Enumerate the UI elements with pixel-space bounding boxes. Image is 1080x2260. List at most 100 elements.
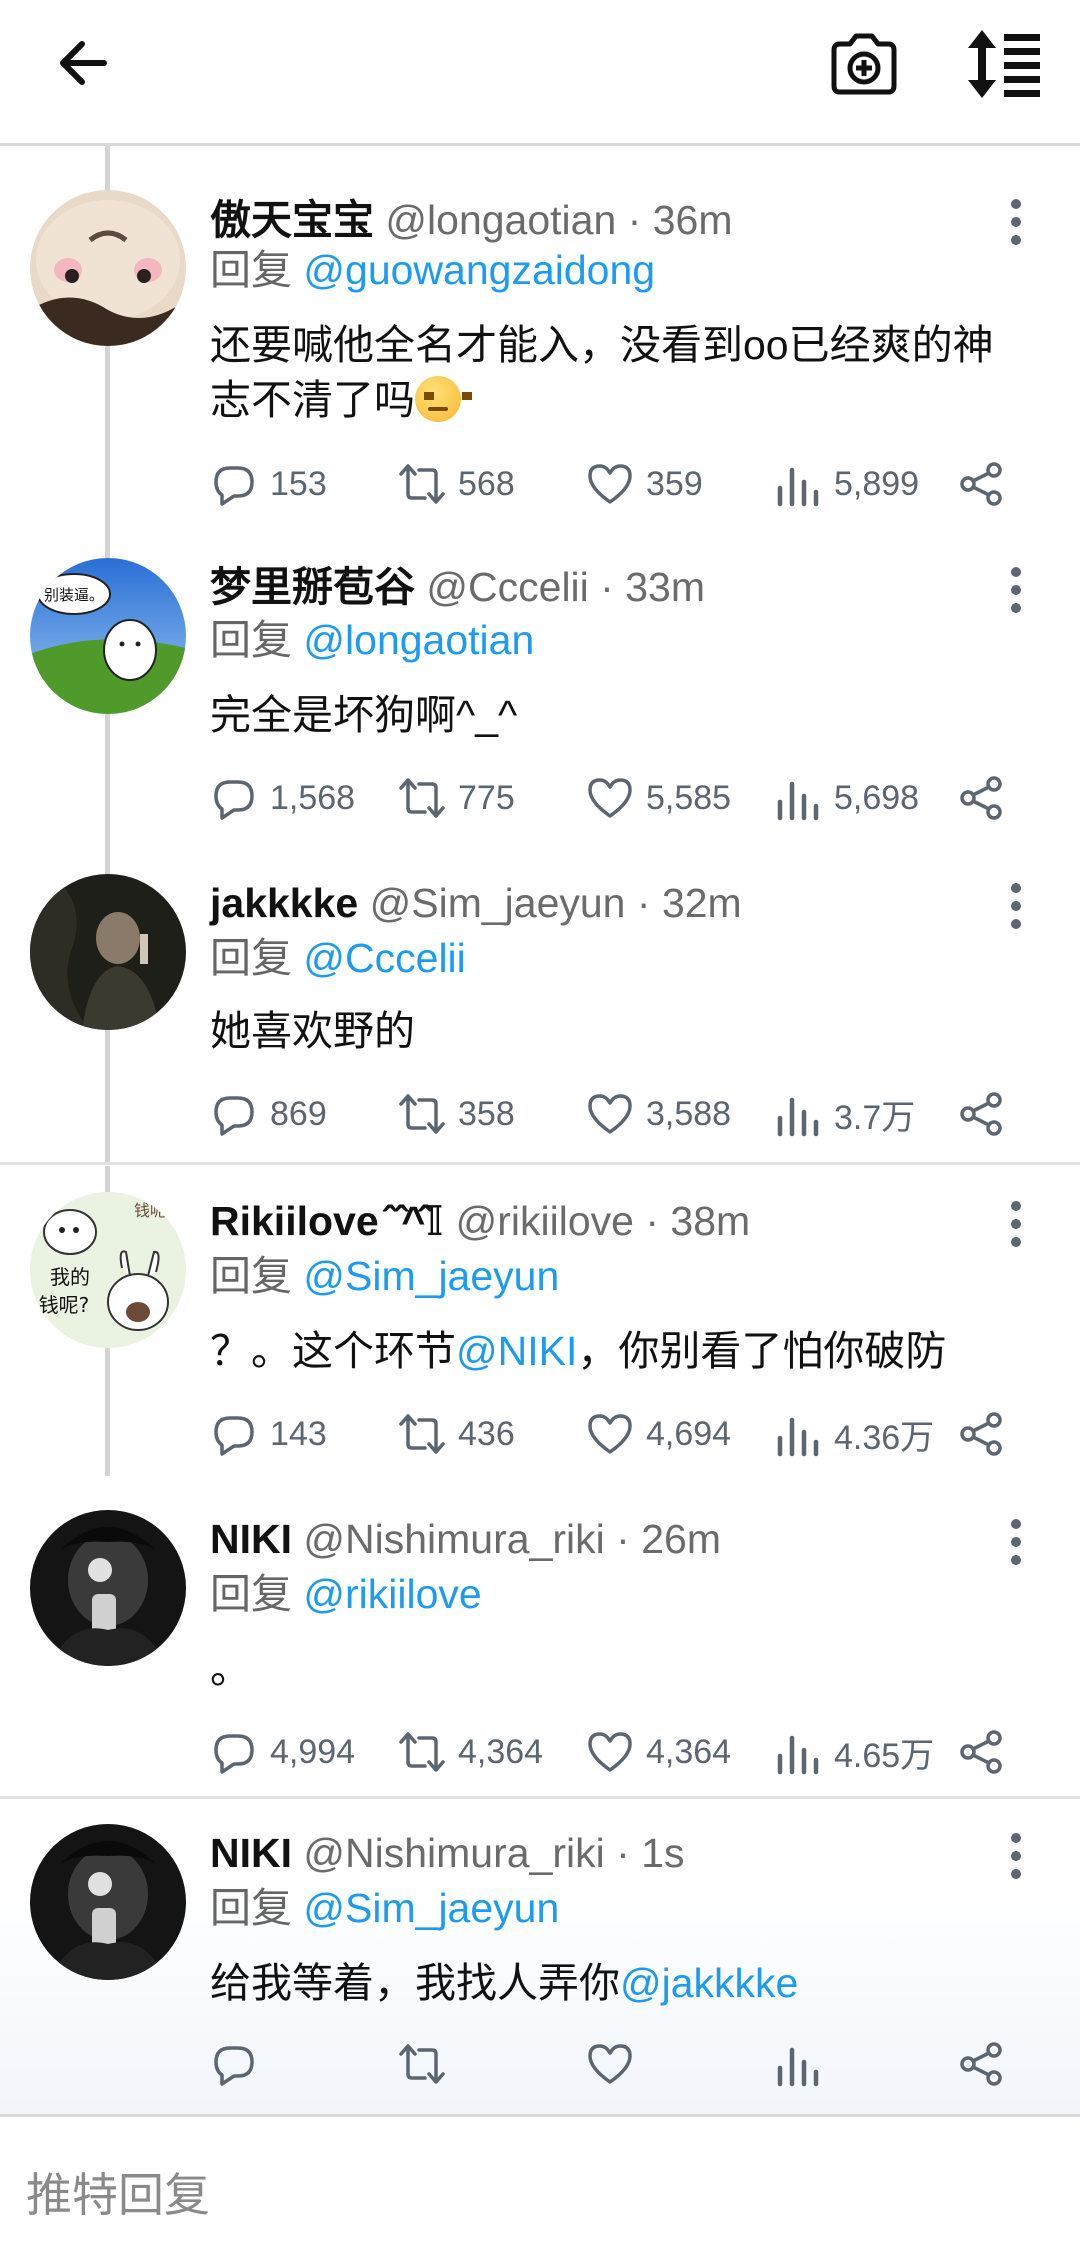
display-name[interactable]: 梦里掰苞谷 (210, 564, 415, 610)
share-icon (960, 776, 1002, 820)
reply-label: 回复 (210, 617, 292, 663)
timestamp: 1s (641, 1830, 685, 1876)
timestamp: 33m (625, 564, 705, 610)
like-button[interactable]: 4,364 (586, 1722, 731, 1782)
views-button[interactable]: 3.7万 (774, 1084, 915, 1144)
like-button[interactable]: 3,588 (586, 1084, 731, 1144)
retweet-button[interactable] (398, 2034, 458, 2094)
reply-button[interactable]: 1,568 (210, 768, 355, 828)
display-name[interactable]: NIKI (210, 1830, 292, 1876)
share-button[interactable] (958, 1084, 1006, 1144)
reply-to-handle[interactable]: @Cccelii (303, 935, 465, 981)
avatar[interactable] (30, 1824, 186, 1980)
share-icon (960, 1412, 1002, 1456)
tweet-header: NIKI @Nishimura_riki · 26m (210, 1514, 721, 1564)
tweet-header: 梦里掰苞谷 @Cccelii · 33m (210, 562, 705, 612)
top-app-bar (0, 0, 1080, 146)
reply-to-handle[interactable]: @Sim_jaeyun (303, 1885, 559, 1931)
share-button[interactable] (958, 768, 1006, 828)
mention-link[interactable]: @jakkkke (620, 1960, 798, 2006)
share-icon (960, 462, 1002, 506)
more-options-icon[interactable] (996, 192, 1036, 252)
user-handle[interactable]: @rikiilove (456, 1198, 634, 1244)
reply-count: 1,568 (270, 778, 356, 817)
user-handle[interactable]: @Nishimura_riki (303, 1830, 604, 1876)
camera-plus-icon[interactable] (826, 26, 902, 102)
tweet-text-line: 志不清了吗 (210, 377, 415, 423)
like-button[interactable]: 359 (586, 454, 703, 514)
action-bar: 869 358 3,588 3.7万 (210, 1084, 1060, 1144)
user-handle[interactable]: @Cccelii (426, 564, 588, 610)
reply-compose-bar[interactable]: 推特回复 (0, 2114, 1080, 2260)
retweet-count: 4,364 (458, 1732, 544, 1771)
reply-button[interactable] (210, 2034, 270, 2094)
tweet-text-segment: ？。这个环节 (210, 1328, 456, 1374)
user-handle[interactable]: @Nishimura_riki (303, 1516, 604, 1562)
angry-face-icon (415, 376, 461, 422)
arrow-left-icon[interactable] (50, 28, 120, 98)
reply-to-handle[interactable]: @longaotian (303, 617, 534, 663)
avatar[interactable] (30, 874, 186, 1030)
views-button[interactable]: 4.36万 (774, 1404, 934, 1464)
views-button[interactable] (774, 2034, 834, 2094)
tweet-text-segment: 给我等着，我找人弄你 (210, 1960, 620, 2006)
like-button[interactable]: 4,694 (586, 1404, 731, 1464)
retweet-count: 358 (458, 1094, 515, 1133)
reply-input-placeholder[interactable]: 推特回复 (26, 2159, 210, 2225)
display-name[interactable]: jakkkke (210, 880, 358, 926)
share-button[interactable] (958, 2034, 1006, 2094)
share-button[interactable] (958, 1404, 1006, 1464)
reply-to-handle[interactable]: @Sim_jaeyun (303, 1253, 559, 1299)
retweet-icon (399, 2044, 445, 2084)
retweet-button[interactable]: 436 (398, 1404, 515, 1464)
reply-button[interactable]: 153 (210, 454, 327, 514)
reply-count: 4,994 (270, 1732, 356, 1771)
reply-button[interactable]: 143 (210, 1404, 327, 1464)
reply-to-handle[interactable]: @rikiilove (303, 1571, 481, 1617)
display-name[interactable]: Rikiilove ̂ ̂^̂̂𝕀 (210, 1198, 444, 1244)
reply-button[interactable]: 869 (210, 1084, 327, 1144)
timestamp: 38m (670, 1198, 751, 1244)
retweet-count: 775 (458, 778, 515, 817)
share-button[interactable] (958, 454, 1006, 514)
more-options-icon[interactable] (996, 876, 1036, 936)
avatar[interactable]: 别装逼。 (30, 558, 186, 714)
display-name[interactable]: 傲天宝宝 (210, 197, 374, 243)
sort-thread-icon[interactable] (964, 26, 1044, 102)
display-name[interactable]: NIKI (210, 1516, 292, 1562)
avatar-caption: 别装逼。 (44, 586, 104, 604)
like-button[interactable] (586, 2034, 646, 2094)
reply-label: 回复 (210, 1253, 292, 1299)
views-button[interactable]: 5,899 (774, 454, 919, 514)
retweet-button[interactable]: 358 (398, 1084, 515, 1144)
tweet-header: jakkkke @Sim_jaeyun · 32m (210, 878, 742, 928)
retweet-button[interactable]: 568 (398, 454, 515, 514)
timestamp: 32m (661, 880, 742, 926)
views-button[interactable]: 4.65万 (774, 1722, 934, 1782)
like-button[interactable]: 5,585 (586, 768, 731, 828)
reply-button[interactable]: 4,994 (210, 1722, 355, 1782)
more-options-icon[interactable] (996, 560, 1036, 620)
more-options-icon[interactable] (996, 1826, 1036, 1886)
thread-divider (0, 1796, 1080, 1799)
retweet-button[interactable]: 775 (398, 768, 515, 828)
tweet-text-segment: ，你别看了怕你破防 (577, 1328, 947, 1374)
avatar[interactable] (30, 190, 186, 346)
mention-link[interactable]: @NIKI (456, 1328, 577, 1374)
user-handle[interactable]: @longaotian (385, 197, 616, 243)
user-handle[interactable]: @Sim_jaeyun (370, 880, 626, 926)
avatar[interactable] (30, 1510, 186, 1666)
retweet-count: 568 (458, 464, 515, 503)
separator-dot: · (616, 1516, 630, 1562)
retweet-button[interactable]: 4,364 (398, 1722, 543, 1782)
action-bar: 4,994 4,364 4,364 4.65万 (210, 1722, 1060, 1782)
more-options-icon[interactable] (996, 1512, 1036, 1572)
reply-to-handle[interactable]: @guowangzaidong (303, 247, 655, 293)
avatar-caption: 钱呢? (39, 1293, 90, 1317)
retweet-count: 436 (458, 1414, 515, 1453)
more-options-icon[interactable] (996, 1194, 1036, 1254)
reply-label: 回复 (210, 1571, 292, 1617)
views-button[interactable]: 5,698 (774, 768, 919, 828)
avatar[interactable]: 我的 钱呢? 钱呢 (30, 1192, 186, 1348)
share-button[interactable] (958, 1722, 1006, 1782)
